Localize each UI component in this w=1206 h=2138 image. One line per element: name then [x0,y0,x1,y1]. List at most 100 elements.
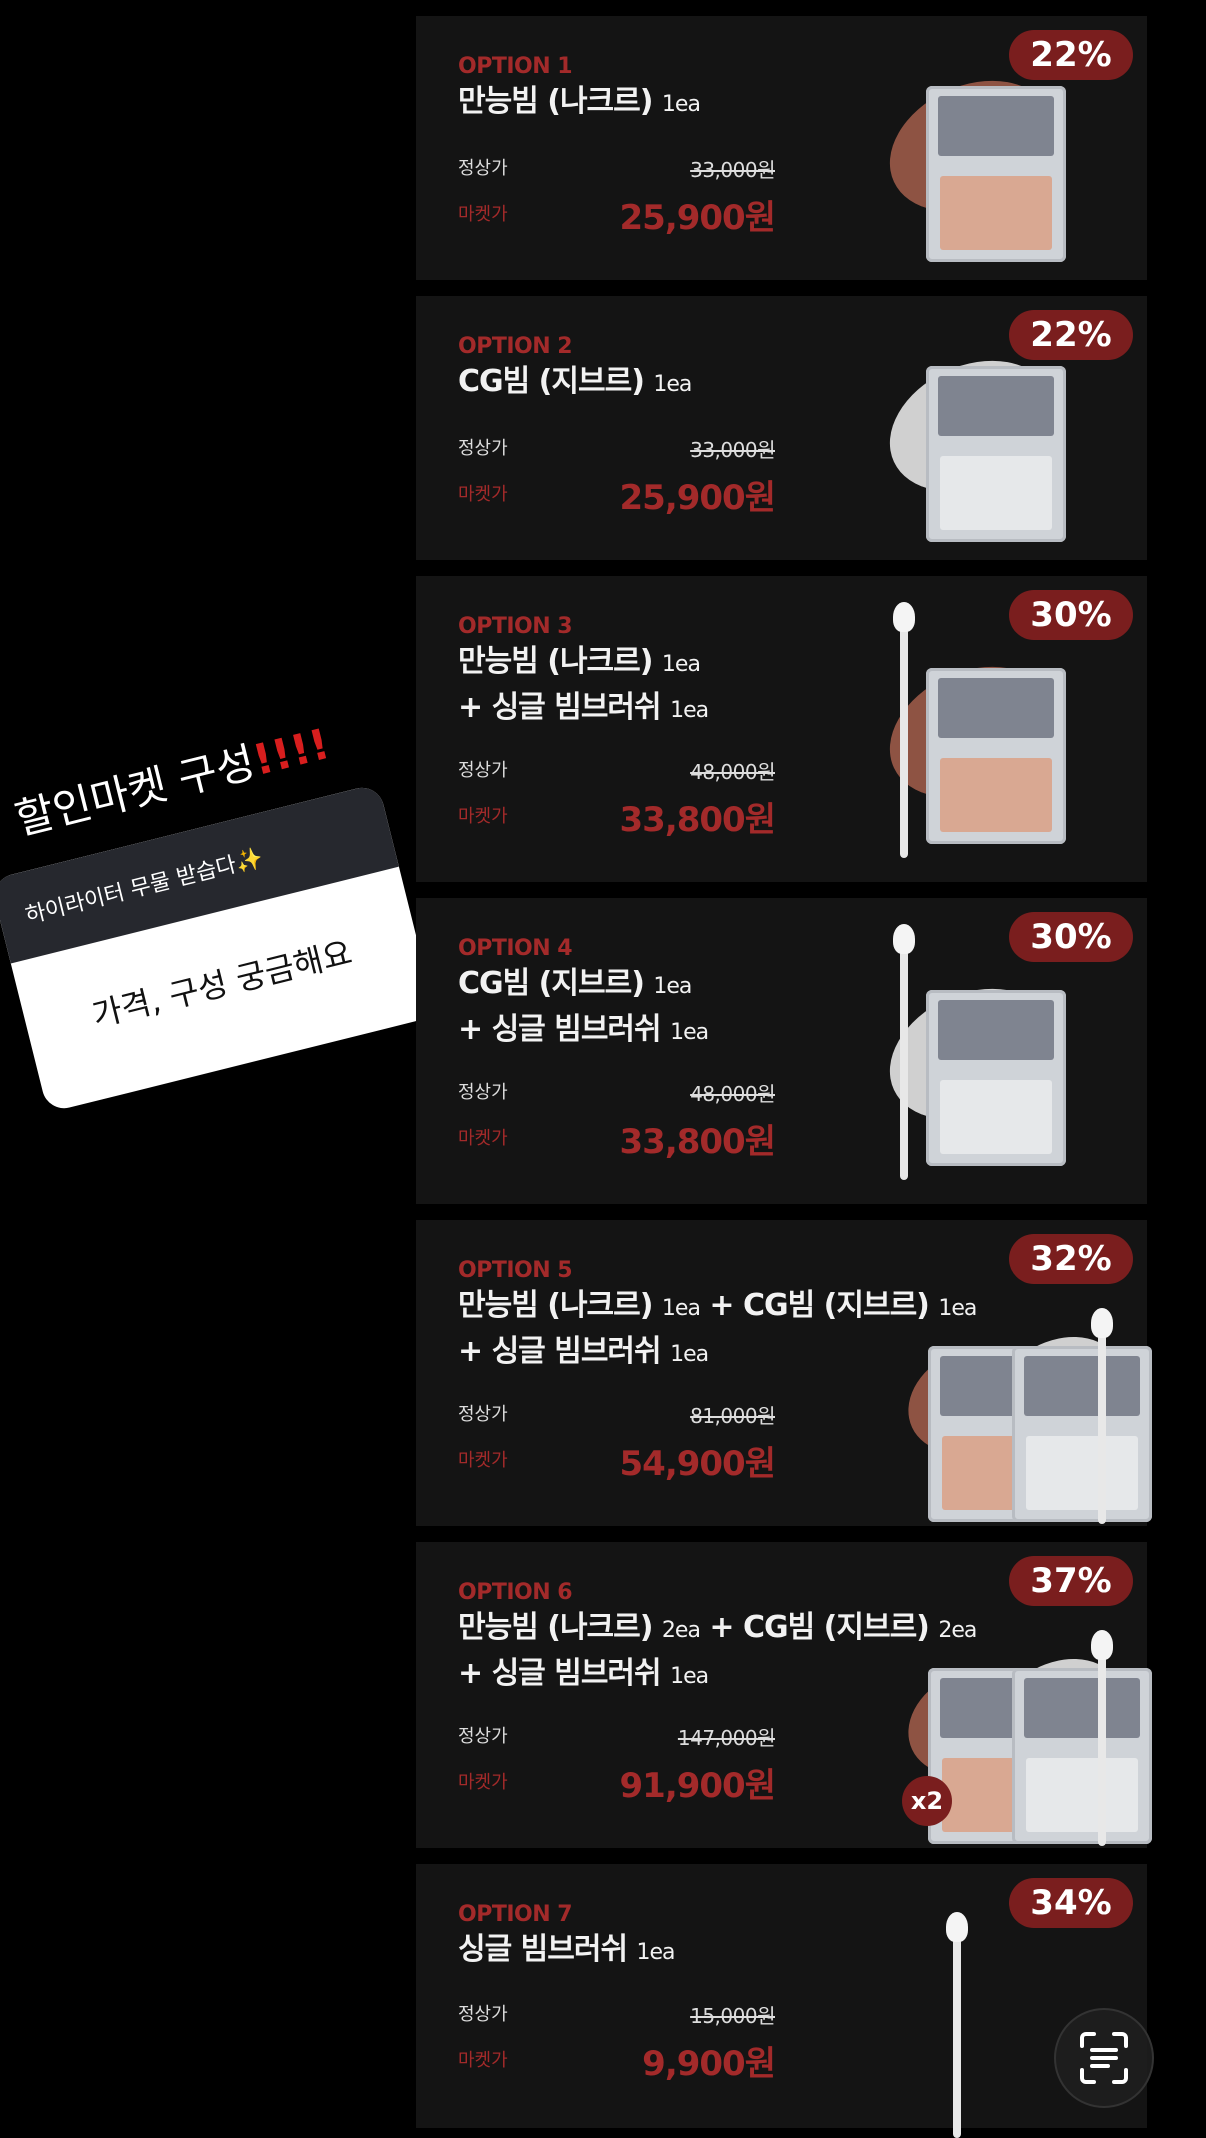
regular-price: 33,000원 [690,438,775,462]
multiplier-badge: x2 [902,1776,952,1826]
quantity: 2ea [938,1618,977,1643]
highlighter-pan [940,456,1052,530]
option-title-line: 만능빔 (나크르) 1ea [458,636,701,680]
market-price: 91,900원 [619,1766,776,1806]
market-price-label: 마켓가 [458,806,508,827]
highlighter-pan [940,176,1052,250]
option-title-line: 만능빔 (나크르) 1ea [458,76,701,120]
quantity: 1ea [661,1296,701,1321]
highlighter-pan [1026,1436,1138,1510]
quantity: 1ea [636,1940,676,1965]
product-name: + CG빔 (지브르) [709,1610,929,1645]
brush-handle [1098,1656,1106,1846]
compact-mirror [938,96,1054,156]
discount-badge: 22% [1009,310,1133,360]
regular-price-label: 정상가 [458,760,508,781]
product-name: + 싱글 빔브러쉬 [458,1656,662,1691]
regular-price-label: 정상가 [458,1082,508,1103]
quantity: 1ea [670,1020,709,1045]
quantity: 1ea [670,1342,709,1367]
brush-head [1091,1308,1113,1338]
product-name: 싱글 빔브러쉬 [458,1932,628,1967]
market-price: 9,900원 [642,2044,776,2084]
option-card[interactable]: OPTION 5 만능빔 (나크르) 1ea + CG빔 (지브르) 1ea + 싱… [416,1220,1152,1526]
regular-price-label: 정상가 [458,438,508,459]
product-name: + CG빔 (지브르) [709,1288,929,1323]
quantity: 1ea [670,1664,709,1689]
option-title-line: 싱글 빔브러쉬 1ea [458,1924,676,1968]
option-card[interactable]: OPTION 4 CG빔 (지브르) 1ea + 싱글 빔브러쉬 1ea 정상가 48,… [416,898,1147,1204]
brush-handle [1098,1334,1106,1524]
discount-badge: 30% [1009,912,1133,962]
quantity: 1ea [653,372,692,397]
compact-case [926,366,1066,542]
option-title-line: + 싱글 빔브러쉬 1ea [458,1004,709,1048]
compact-case [926,990,1066,1166]
market-price-label: 마켓가 [458,1128,508,1149]
option-card[interactable]: OPTION 3 만능빔 (나크르) 1ea + 싱글 빔브러쉬 1ea 정상가 48,… [416,576,1147,882]
regular-price: 33,000원 [690,158,775,182]
regular-price: 81,000원 [690,1404,775,1428]
market-price: 25,900원 [619,198,776,238]
brush-head [1091,1630,1113,1660]
market-price: 54,900원 [619,1444,776,1484]
text-scan-icon [1080,2032,1128,2084]
compact-case [926,668,1066,844]
quantity: 1ea [661,652,701,677]
product-name: CG빔 (지브르) [458,966,645,1001]
brush-head [946,1912,968,1942]
regular-price-label: 정상가 [458,1726,508,1747]
text-scan-button[interactable] [1054,2008,1154,2108]
option-title-line: + 싱글 빔브러쉬 1ea [458,682,709,726]
compact-case [1012,1346,1152,1522]
quantity: 1ea [938,1296,977,1321]
product-name: 만능빔 (나크르) [458,644,653,679]
compact-mirror [1024,1356,1140,1416]
compact-mirror [1024,1678,1140,1738]
option-title-line: + 싱글 빔브러쉬 1ea [458,1326,709,1370]
compact-case [1012,1668,1152,1844]
brush-head [893,924,915,954]
brush-handle [953,1938,961,2138]
option-title-line: CG빔 (지브르) 1ea [458,958,692,1002]
highlighter-pan [940,758,1052,832]
product-name: 만능빔 (나크르) [458,84,653,119]
regular-price: 147,000원 [677,1726,776,1750]
product-name: CG빔 (지브르) [458,364,645,399]
option-title-line: + 싱글 빔브러쉬 1ea [458,1648,709,1692]
product-name: + 싱글 빔브러쉬 [458,1334,662,1369]
product-name: 만능빔 (나크르) [458,1288,653,1323]
compact-mirror [938,1000,1054,1060]
product-name: + 싱글 빔브러쉬 [458,690,662,725]
market-price: 25,900원 [619,478,776,518]
market-price-label: 마켓가 [458,1772,508,1793]
highlighter-pan [940,1080,1052,1154]
regular-price-label: 정상가 [458,1404,508,1425]
regular-price-label: 정상가 [458,158,508,179]
option-card[interactable]: OPTION 6 만능빔 (나크르) 2ea + CG빔 (지브르) 2ea + 싱… [416,1542,1152,1848]
regular-price: 15,000원 [690,2004,775,2028]
market-price-label: 마켓가 [458,484,508,505]
compact-mirror [938,678,1054,738]
market-price-label: 마켓가 [458,2050,508,2071]
exclamation-marks: !!!! [248,718,335,785]
discount-badge: 22% [1009,30,1133,80]
brush-head [893,602,915,632]
regular-price-label: 정상가 [458,2004,508,2025]
quantity: 1ea [661,92,701,117]
option-card[interactable]: OPTION 2 CG빔 (지브르) 1ea 정상가 33,000원 마켓가 25,900… [416,296,1147,560]
quantity: 2ea [661,1618,701,1643]
brush-handle [900,950,908,1180]
discount-badge: 34% [1009,1878,1133,1928]
compact-mirror [938,376,1054,436]
quantity: 1ea [670,698,709,723]
discount-badge: 30% [1009,590,1133,640]
option-title-line: CG빔 (지브르) 1ea [458,356,692,400]
product-name: 만능빔 (나크르) [458,1610,653,1645]
regular-price: 48,000원 [690,1082,775,1106]
quantity: 1ea [653,974,692,999]
option-title-line: 만능빔 (나크르) 2ea + CG빔 (지브르) 2ea [458,1602,977,1646]
option-card[interactable]: OPTION 1 만능빔 (나크르) 1ea 정상가 33,000원 마켓가 25,900… [416,16,1147,280]
option-card[interactable]: OPTION 7 싱글 빔브러쉬 1ea 정상가 15,000원 마켓가 9,900원 34… [416,1864,1147,2138]
market-price-label: 마켓가 [458,204,508,225]
